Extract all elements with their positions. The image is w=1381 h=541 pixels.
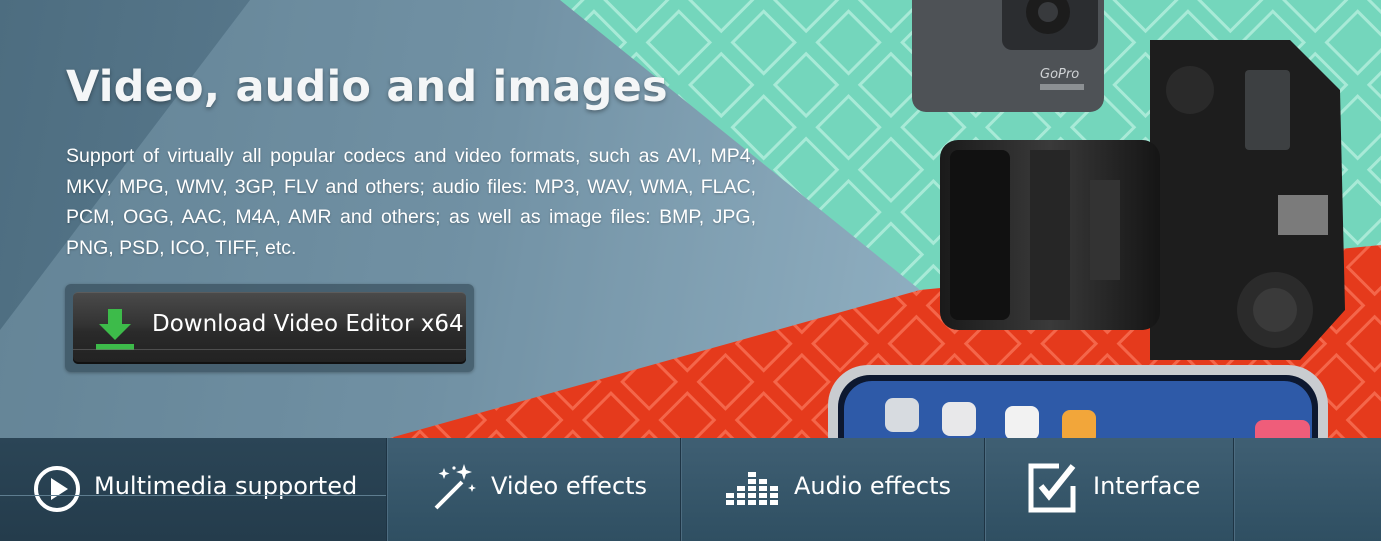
tab-label: Interface xyxy=(1093,472,1201,500)
edit-checkbox-icon xyxy=(1028,463,1076,513)
tab-audio-effects[interactable]: Audio effects xyxy=(681,438,985,541)
tab-interface[interactable]: Interface xyxy=(985,438,1234,541)
magic-wand-icon xyxy=(434,464,476,510)
hero-title: Video, audio and images xyxy=(66,62,668,112)
download-arrow-icon xyxy=(96,309,134,350)
gopro-logo: GoPro xyxy=(1040,67,1079,82)
smartphone-image xyxy=(828,365,1328,438)
tab-video-effects[interactable]: Video effects xyxy=(387,438,681,541)
tabs-spacer xyxy=(1234,438,1381,541)
hero-banner: GoPro Video, audio and images Support of… xyxy=(0,0,1381,438)
hero-description: Support of virtually all popular codecs … xyxy=(66,145,756,259)
button-divider-line xyxy=(73,349,466,350)
tab-active-indicator xyxy=(0,495,386,496)
gopro-camera-image: GoPro xyxy=(912,0,1104,112)
play-circle-icon xyxy=(34,466,80,512)
download-button-frame: Download Video Editor x64 xyxy=(65,284,474,372)
download-button[interactable]: Download Video Editor x64 xyxy=(73,292,466,364)
download-button-label: Download Video Editor x64 xyxy=(152,311,464,337)
tab-multimedia-supported[interactable]: Multimedia supported xyxy=(0,438,387,541)
feature-tabs: Multimedia supported Video effects Audio… xyxy=(0,438,1381,541)
equalizer-icon xyxy=(726,472,778,505)
tab-label: Audio effects xyxy=(794,472,952,500)
tab-label: Video effects xyxy=(491,472,648,500)
